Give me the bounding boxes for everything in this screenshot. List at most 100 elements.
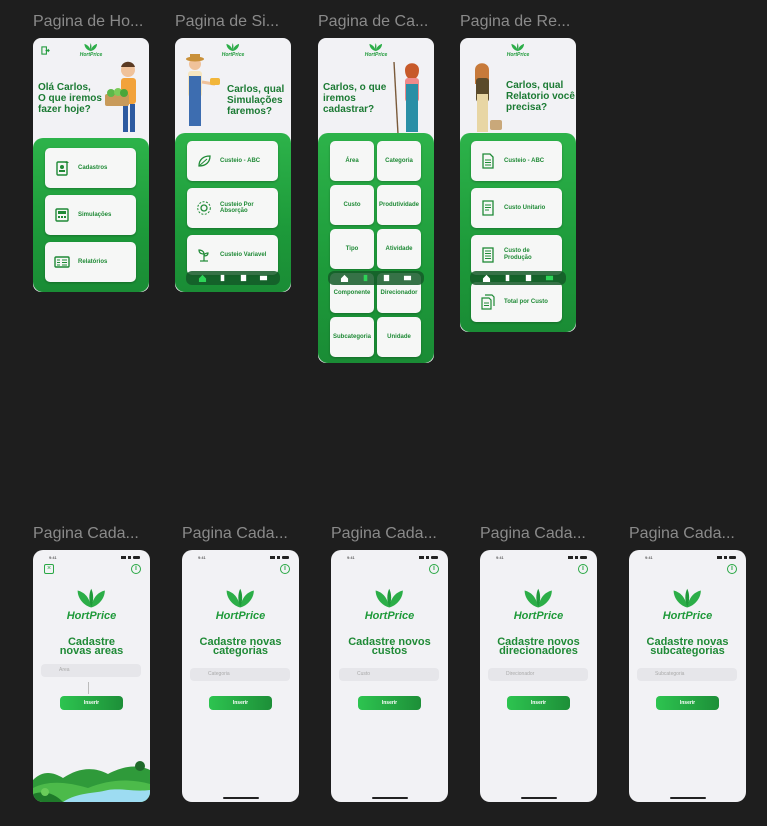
home-indicator (669, 797, 706, 799)
status-time: 9:41 (347, 555, 355, 560)
document-icon (482, 153, 494, 169)
calculator-icon[interactable] (524, 274, 533, 282)
sim-item-custeio-abc[interactable]: Custeio - ABC (187, 141, 278, 181)
hortprice-logo: HortPrice (365, 588, 414, 622)
home-icon[interactable] (340, 274, 349, 282)
frame-title-register: Pagina de Ca... (318, 13, 429, 30)
status-icons (568, 556, 587, 559)
reports-greeting: Carlos, qual Relatorio você precisa? (506, 80, 575, 113)
frame-title-simulations: Pagina de Si... (175, 13, 280, 30)
frame-title-form: Pagina Cada... (33, 525, 139, 542)
info-icon[interactable]: i (727, 564, 737, 574)
farmer-illustration (105, 61, 136, 132)
form-title: Cadastre novos custos (348, 636, 431, 657)
report-icon[interactable] (545, 274, 554, 282)
register-item-0[interactable]: Área (330, 141, 374, 181)
status-icons (419, 556, 438, 559)
menu-item-cadastros[interactable]: Cadastros (45, 148, 136, 188)
report-icon[interactable] (259, 274, 268, 282)
hortprice-logo: HortPrice (507, 43, 529, 58)
status-bar: 9:41 (182, 555, 299, 563)
gardener-illustration (186, 54, 220, 126)
insert-button[interactable]: Inserir (507, 696, 570, 710)
info-icon[interactable]: i (131, 564, 141, 574)
form-title: Cadastre novas categorias (199, 636, 282, 657)
close-icon[interactable]: × (44, 564, 54, 574)
register-item-3[interactable]: Produtividade (377, 185, 421, 225)
register-item-4[interactable]: Tipo (330, 229, 374, 269)
frame-title-form: Pagina Cada... (182, 525, 288, 542)
report-item-custo-unitario[interactable]: Custo Unitario (471, 188, 562, 228)
info-icon[interactable]: i (578, 564, 588, 574)
menu-item-simulacoes[interactable]: Simulações (45, 195, 136, 235)
hortprice-logo: HortPrice (514, 588, 563, 622)
frame-title-home: Pagina de Ho... (33, 13, 144, 30)
bottom-navigation (328, 271, 424, 285)
form-input[interactable]: Subcategoria (637, 668, 737, 681)
sun-icon (197, 201, 211, 215)
insert-button[interactable]: Inserir (358, 696, 421, 710)
insert-button[interactable]: Inserir (60, 696, 123, 710)
insert-button[interactable]: Inserir (656, 696, 719, 710)
report-item-custo-producao[interactable]: Custo de Produção (471, 235, 562, 275)
sim-item-custeio-variavel[interactable]: Custeio Variavel (187, 235, 278, 275)
id-card-icon[interactable] (218, 274, 227, 282)
simulations-screen: HortPrice Carlos, qual Simulações faremos?… (175, 38, 291, 292)
form-screen: 9:41 i HortPrice Cadastre novas subcategoria… (629, 550, 746, 802)
register-item-8[interactable]: Subcategoria (330, 317, 374, 357)
id-card-icon[interactable] (361, 274, 370, 282)
report-icon[interactable] (403, 274, 412, 282)
sim-item-custeio-absorcao[interactable]: Custeio Por Absorção (187, 188, 278, 228)
reports-screen: HortPrice Carlos, qual Relatorio você prec… (460, 38, 576, 332)
farmer-illustration (475, 63, 502, 132)
form-screen: 9:41 i HortPrice Cadastre novas categorias Ca… (182, 550, 299, 802)
hortprice-logo: HortPrice (663, 588, 712, 622)
status-time: 9:41 (49, 555, 57, 560)
hortprice-logo: HortPrice (216, 588, 265, 622)
status-icons (121, 556, 140, 559)
frame-title-form: Pagina Cada... (480, 525, 586, 542)
status-time: 9:41 (645, 555, 653, 560)
menu-item-relatorios[interactable]: Relatórios (45, 242, 136, 282)
form-title: Cadastre novas areas (59, 636, 124, 657)
text-cursor (88, 682, 89, 694)
documents-icon (481, 294, 495, 310)
calculator-icon[interactable] (382, 274, 391, 282)
home-icon[interactable] (482, 274, 491, 282)
form-title: Cadastre novos direcionadores (497, 636, 580, 657)
report-item-custeio-abc[interactable]: Custeio - ABC (471, 141, 562, 181)
frame-title-form: Pagina Cada... (629, 525, 735, 542)
home-greeting: Olá Carlos, O que iremos fazer hoje? (38, 82, 102, 115)
id-card-icon[interactable] (503, 274, 512, 282)
home-indicator (520, 797, 557, 799)
form-screen: 9:41 i HortPrice Cadastre novos custos Custo I… (331, 550, 448, 802)
landscape-illustration (33, 761, 150, 802)
info-icon[interactable]: i (429, 564, 439, 574)
report-item-total-por-custo[interactable]: Total por Custo (471, 282, 562, 322)
hortprice-logo: HortPrice (222, 43, 244, 58)
frame-title-reports: Pagina de Re... (460, 13, 571, 30)
home-screen: HortPrice Olá Carlos, O que iremos fazer h… (33, 38, 149, 292)
report-icon (54, 256, 70, 268)
register-item-5[interactable]: Atividade (377, 229, 421, 269)
form-input[interactable]: Categoria (190, 668, 290, 681)
info-icon[interactable]: i (280, 564, 290, 574)
status-time: 9:41 (496, 555, 504, 560)
status-bar: 9:41 (480, 555, 597, 563)
status-bar: 9:41 (33, 555, 150, 563)
form-input[interactable]: Direcionador (488, 668, 588, 681)
status-icons (270, 556, 289, 559)
register-item-2[interactable]: Custo (330, 185, 374, 225)
status-bar: 9:41 (331, 555, 448, 563)
home-icon[interactable] (198, 274, 207, 282)
register-item-1[interactable]: Categoria (377, 141, 421, 181)
status-time: 9:41 (198, 555, 206, 560)
logout-icon[interactable] (41, 46, 50, 55)
register-item-9[interactable]: Unidade (377, 317, 421, 357)
form-input[interactable]: Area (41, 664, 141, 677)
insert-button[interactable]: Inserir (209, 696, 272, 710)
status-bar: 9:41 (629, 555, 746, 563)
form-input[interactable]: Custo (339, 668, 439, 681)
leaf-icon (198, 155, 211, 167)
calculator-icon[interactable] (239, 274, 248, 282)
